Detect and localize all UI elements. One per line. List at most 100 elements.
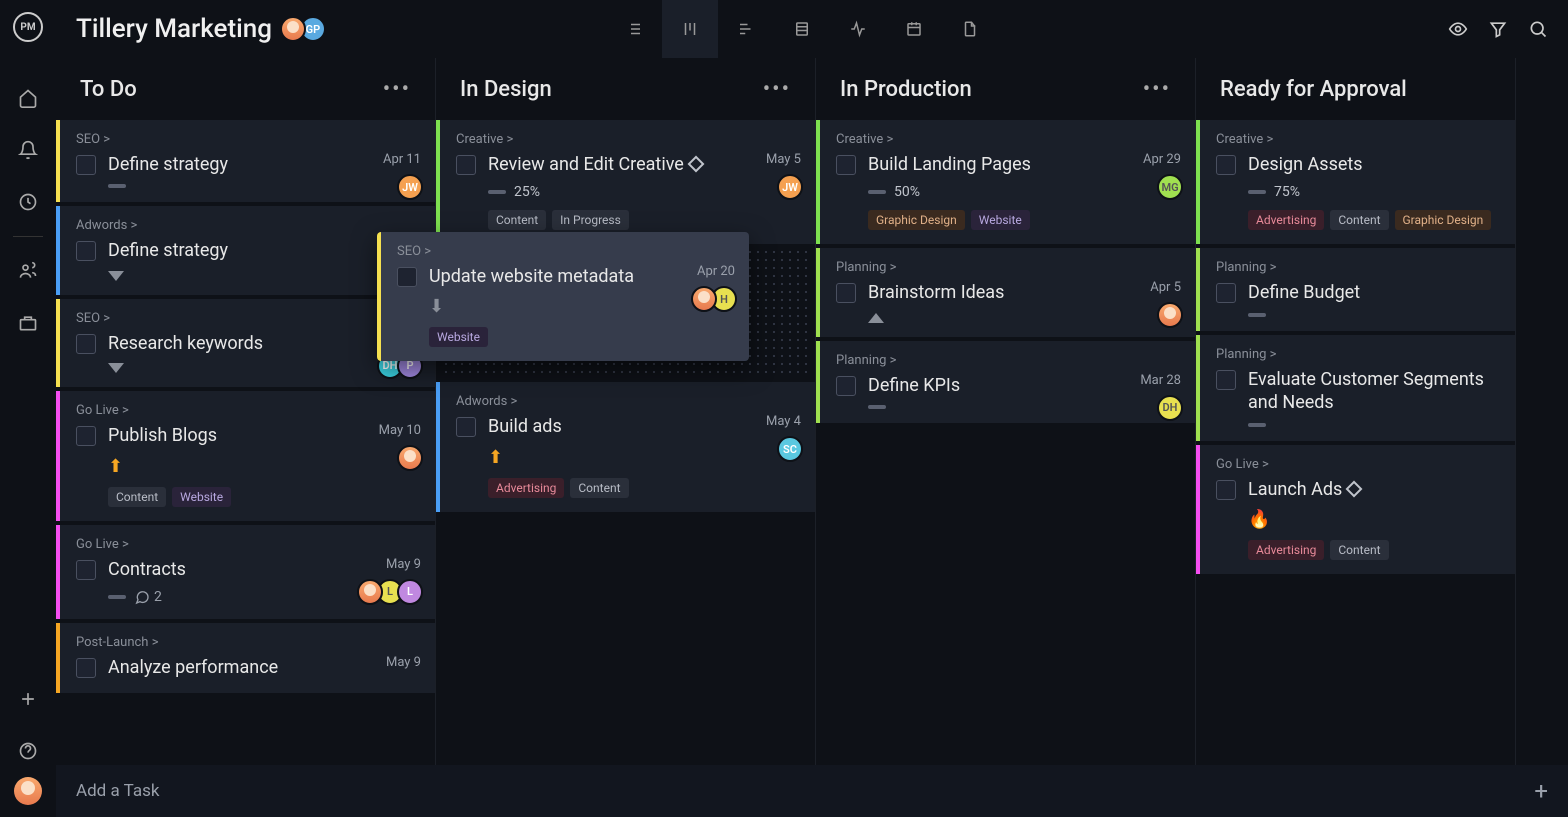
tag[interactable]: Website — [429, 327, 488, 347]
assignees[interactable]: MG — [1163, 174, 1183, 200]
assignee-avatar[interactable]: L — [397, 579, 423, 605]
board-view-tab[interactable] — [662, 0, 718, 58]
assignee-avatar[interactable]: DH — [1157, 395, 1183, 421]
tag[interactable]: Graphic Design — [868, 210, 965, 230]
tag[interactable]: Content — [108, 487, 166, 507]
task-card[interactable]: SEO >Define strategyApr 11JW — [56, 120, 435, 202]
task-checkbox[interactable] — [456, 155, 476, 175]
task-checkbox[interactable] — [836, 283, 856, 303]
task-checkbox[interactable] — [76, 155, 96, 175]
tag[interactable]: Advertising — [1248, 210, 1324, 230]
priority-indicator — [1248, 423, 1266, 427]
people-icon[interactable] — [8, 251, 48, 291]
board-column: To Do•••SEO >Define strategyApr 11JWAdwo… — [56, 58, 436, 817]
plus-icon[interactable] — [8, 679, 48, 719]
tag[interactable]: Content — [1330, 540, 1388, 560]
help-icon[interactable] — [8, 731, 48, 771]
task-card[interactable]: Planning >Evaluate Customer Segments and… — [1196, 335, 1515, 441]
filter-icon[interactable] — [1488, 19, 1508, 39]
project-members[interactable]: GP — [286, 16, 326, 42]
task-card[interactable]: Go Live >ContractsMay 92LL — [56, 525, 435, 619]
assignees[interactable]: SC — [783, 436, 803, 462]
task-checkbox[interactable] — [397, 267, 417, 287]
task-card[interactable]: Go Live >Launch Ads🔥AdvertisingContent — [1196, 445, 1515, 574]
assignees[interactable]: H — [697, 286, 737, 312]
assignee-avatar[interactable]: MG — [1157, 174, 1183, 200]
assignee-avatar[interactable] — [357, 579, 383, 605]
assignee-avatar[interactable] — [1157, 302, 1183, 328]
tag[interactable]: In Progress — [552, 210, 629, 230]
list-view-tab[interactable] — [606, 0, 662, 58]
sheet-view-tab[interactable] — [774, 0, 830, 58]
task-checkbox[interactable] — [1216, 480, 1236, 500]
search-icon[interactable] — [1528, 19, 1548, 39]
task-card[interactable]: Planning >Brainstorm IdeasApr 5 — [816, 248, 1195, 336]
file-view-tab[interactable] — [942, 0, 998, 58]
task-card[interactable]: Creative >Review and Edit CreativeMay 52… — [436, 120, 815, 244]
view-tabs — [606, 0, 998, 58]
tag[interactable]: Website — [971, 210, 1030, 230]
task-checkbox[interactable] — [456, 417, 476, 437]
column-menu-icon[interactable]: ••• — [383, 77, 411, 102]
task-card[interactable]: Planning >Define KPIsMar 28DH — [816, 341, 1195, 423]
task-checkbox[interactable] — [76, 560, 96, 580]
assignees[interactable]: JW — [783, 174, 803, 200]
board-column: In Production•••Creative >Build Landing … — [816, 58, 1196, 817]
task-checkbox[interactable] — [76, 334, 96, 354]
task-checkbox[interactable] — [836, 376, 856, 396]
assignees[interactable]: DH — [1163, 395, 1183, 421]
activity-view-tab[interactable] — [830, 0, 886, 58]
assignees[interactable] — [1163, 302, 1183, 328]
assignee-avatar[interactable]: JW — [397, 174, 423, 200]
task-title: Analyze performance — [108, 656, 278, 679]
task-checkbox[interactable] — [76, 658, 96, 678]
gantt-view-tab[interactable] — [718, 0, 774, 58]
assignee-avatar[interactable]: JW — [777, 174, 803, 200]
task-checkbox[interactable] — [1216, 283, 1236, 303]
briefcase-icon[interactable] — [8, 303, 48, 343]
bell-icon[interactable] — [8, 130, 48, 170]
diamond-icon — [1346, 480, 1363, 497]
priority-high-icon — [868, 313, 884, 323]
task-checkbox[interactable] — [1216, 370, 1236, 390]
task-title: Launch Ads — [1248, 478, 1360, 501]
clock-icon[interactable] — [8, 182, 48, 222]
assignees[interactable]: JW — [403, 174, 423, 200]
task-checkbox[interactable] — [1216, 155, 1236, 175]
assignees[interactable]: LL — [363, 579, 423, 605]
assignee-avatar[interactable] — [397, 445, 423, 471]
eye-icon[interactable] — [1448, 19, 1468, 39]
comments-count[interactable]: 2 — [134, 589, 162, 605]
member-avatar[interactable] — [280, 16, 306, 42]
tag[interactable]: Website — [172, 487, 231, 507]
task-card[interactable]: SEO >Update website metadataApr 20⬇Websi… — [377, 232, 749, 361]
column-menu-icon[interactable]: ••• — [1143, 77, 1171, 102]
task-card[interactable]: Adwords >Build adsMay 4⬆AdvertisingConte… — [436, 382, 815, 511]
app-logo[interactable]: PM — [13, 12, 43, 42]
task-card[interactable]: Post-Launch >Analyze performanceMay 9 — [56, 623, 435, 693]
calendar-view-tab[interactable] — [886, 0, 942, 58]
assignee-avatar[interactable] — [691, 286, 717, 312]
priority-indicator — [1248, 313, 1266, 317]
tag[interactable]: Content — [488, 210, 546, 230]
task-checkbox[interactable] — [76, 426, 96, 446]
tag[interactable]: Content — [1330, 210, 1388, 230]
column-menu-icon[interactable]: ••• — [763, 77, 791, 102]
user-avatar[interactable] — [14, 777, 42, 805]
assignee-avatar[interactable]: SC — [777, 436, 803, 462]
card-breadcrumb: Planning > — [836, 260, 1179, 275]
task-card[interactable]: Planning >Define Budget — [1196, 248, 1515, 330]
tag[interactable]: Content — [570, 478, 628, 498]
task-checkbox[interactable] — [836, 155, 856, 175]
task-checkbox[interactable] — [76, 241, 96, 261]
tag[interactable]: Advertising — [488, 478, 564, 498]
task-card[interactable]: Go Live >Publish BlogsMay 10⬆ContentWebs… — [56, 391, 435, 520]
add-task-button[interactable]: Add a Task+ — [56, 765, 1568, 817]
task-card[interactable]: Creative >Build Landing PagesApr 2950%Gr… — [816, 120, 1195, 244]
assignees[interactable] — [403, 445, 423, 471]
priority-indicator — [108, 595, 126, 599]
home-icon[interactable] — [8, 78, 48, 118]
tag[interactable]: Advertising — [1248, 540, 1324, 560]
tag[interactable]: Graphic Design — [1395, 210, 1492, 230]
task-card[interactable]: Creative >Design Assets75%AdvertisingCon… — [1196, 120, 1515, 244]
